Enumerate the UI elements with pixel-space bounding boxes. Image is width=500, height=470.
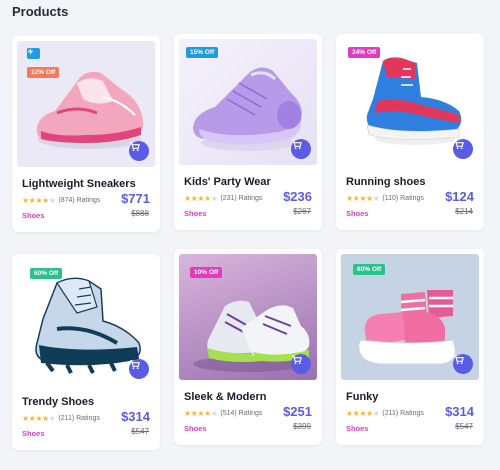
product-category[interactable]: Shoes	[346, 209, 369, 218]
star-icon: ★	[22, 413, 29, 423]
product-price: $314	[445, 404, 474, 419]
star-icon: ★	[204, 193, 211, 203]
product-category[interactable]: Shoes	[346, 424, 369, 433]
product-old-price: $888	[131, 209, 149, 218]
product-image[interactable]: 15% Off	[179, 39, 317, 165]
product-old-price: $267	[293, 207, 311, 216]
product-old-price: $547	[455, 422, 473, 431]
discount-badge: 24% Off	[348, 47, 381, 58]
add-to-cart-button[interactable]	[291, 139, 311, 159]
product-name[interactable]: Running shoes	[346, 176, 425, 188]
rating-row: ★★★★★ (514) Ratings	[184, 408, 262, 418]
product-category[interactable]: Shoes	[184, 424, 207, 433]
product-price: $124	[445, 189, 474, 204]
rating-count: (211) Ratings	[382, 409, 424, 417]
star-rating-icon: ★★★★★	[184, 408, 218, 418]
star-icon: ★	[359, 408, 367, 418]
star-rating-icon: ★★★★★	[346, 408, 380, 418]
star-rating-icon: ★★★★★	[184, 193, 218, 203]
star-icon: ★	[48, 195, 56, 205]
star-icon: ★	[48, 413, 56, 423]
product-image[interactable]: 60% Off	[341, 254, 479, 380]
rating-row: ★★★★★ (211) Ratings	[22, 413, 100, 423]
product-category[interactable]: Shoes	[22, 429, 45, 438]
star-icon: ★	[359, 193, 367, 203]
rating-row: ★★★★★ (211) Ratings	[346, 408, 424, 418]
product-old-price: $547	[131, 427, 149, 436]
add-to-cart-button[interactable]	[453, 354, 473, 374]
discount-badge: 60% Off	[30, 268, 63, 279]
star-icon: ★	[35, 195, 43, 205]
product-price: $251	[283, 404, 312, 419]
rating-count: (231) Ratings	[220, 194, 263, 202]
product-old-price: $399	[293, 422, 311, 431]
discount-badge: 15% Off	[186, 47, 219, 58]
product-price: $771	[121, 191, 150, 206]
star-icon: ★	[204, 408, 211, 418]
rating-count: (211) Ratings	[58, 414, 100, 422]
product-category[interactable]: Shoes	[22, 211, 45, 220]
product-name[interactable]: Trendy Shoes	[22, 396, 94, 408]
product-price: $236	[283, 189, 312, 204]
star-icon: ★	[197, 193, 205, 203]
product-image[interactable]: 60% Off	[17, 259, 155, 385]
star-rating-icon: ★★★★★	[22, 195, 56, 205]
star-icon: ★	[346, 193, 353, 203]
add-to-cart-button[interactable]	[129, 359, 149, 379]
star-icon: ★	[197, 408, 205, 418]
cart-icon	[453, 140, 464, 150]
product-name[interactable]: Funky	[346, 391, 378, 403]
star-icon: ★	[346, 408, 353, 418]
star-icon: ★	[372, 193, 380, 203]
star-icon: ★	[184, 408, 191, 418]
star-icon: ★	[22, 195, 29, 205]
rating-row: ★★★★★ (110) Ratings	[346, 193, 424, 203]
star-icon: ★	[42, 195, 49, 205]
rating-count: (110) Ratings	[382, 194, 424, 202]
flash-icon	[27, 48, 40, 59]
product-name[interactable]: Sleek & Modern	[184, 391, 267, 403]
star-rating-icon: ★★★★★	[22, 413, 56, 423]
product-card-funky[interactable]: 60% Off Funky ★★★★★ (211) Ratings Shoes …	[336, 249, 484, 445]
product-card-running-shoes[interactable]: 24% Off Running shoes ★★★★★ (110) Rating…	[336, 34, 484, 230]
product-image[interactable]: 12% Off	[17, 41, 155, 167]
product-name[interactable]: Lightweight Sneakers	[22, 178, 136, 190]
product-card-lightweight-sneakers[interactable]: 12% Off Lightweight Sneakers ★★★★★ (874)…	[12, 36, 160, 232]
star-icon: ★	[366, 408, 373, 418]
discount-badge: 10% Off	[190, 267, 223, 278]
discount-badge: 60% Off	[353, 264, 386, 275]
product-card-kids-party-wear[interactable]: 15% Off Kids' Party Wear ★★★★★ (231) Rat…	[174, 34, 322, 230]
product-price: $314	[121, 409, 150, 424]
product-image[interactable]: 24% Off	[341, 39, 479, 165]
star-rating-icon: ★★★★★	[346, 193, 380, 203]
rating-row: ★★★★★ (231) Ratings	[184, 193, 262, 203]
add-to-cart-button[interactable]	[129, 141, 149, 161]
rating-row: ★★★★★ (874) Ratings	[22, 195, 100, 205]
product-name[interactable]: Kids' Party Wear	[184, 176, 271, 188]
cart-icon	[129, 360, 140, 370]
page-title: Products	[12, 4, 69, 19]
rating-count: (874) Ratings	[58, 196, 101, 204]
cart-icon	[291, 355, 302, 365]
cart-icon	[453, 355, 464, 365]
star-icon: ★	[184, 193, 191, 203]
star-icon: ★	[210, 408, 218, 418]
add-to-cart-button[interactable]	[453, 139, 473, 159]
add-to-cart-button[interactable]	[291, 354, 311, 374]
star-icon: ★	[366, 193, 373, 203]
star-icon: ★	[210, 193, 218, 203]
product-card-sleek-and-modern[interactable]: 10% Off Sleek & Modern ★★★★★ (514) Ratin…	[174, 249, 322, 445]
rating-count: (514) Ratings	[220, 409, 263, 417]
product-image[interactable]: 10% Off	[179, 254, 317, 380]
product-category[interactable]: Shoes	[184, 209, 207, 218]
product-card-trendy-shoes[interactable]: 60% Off Trendy Shoes ★★★★★ (211) Ratings…	[12, 254, 160, 450]
discount-badge: 12% Off	[27, 67, 60, 78]
star-icon: ★	[42, 413, 49, 423]
cart-icon	[129, 142, 140, 152]
product-old-price: $214	[455, 207, 473, 216]
cart-icon	[291, 140, 302, 150]
star-icon: ★	[35, 413, 43, 423]
star-icon: ★	[372, 408, 380, 418]
